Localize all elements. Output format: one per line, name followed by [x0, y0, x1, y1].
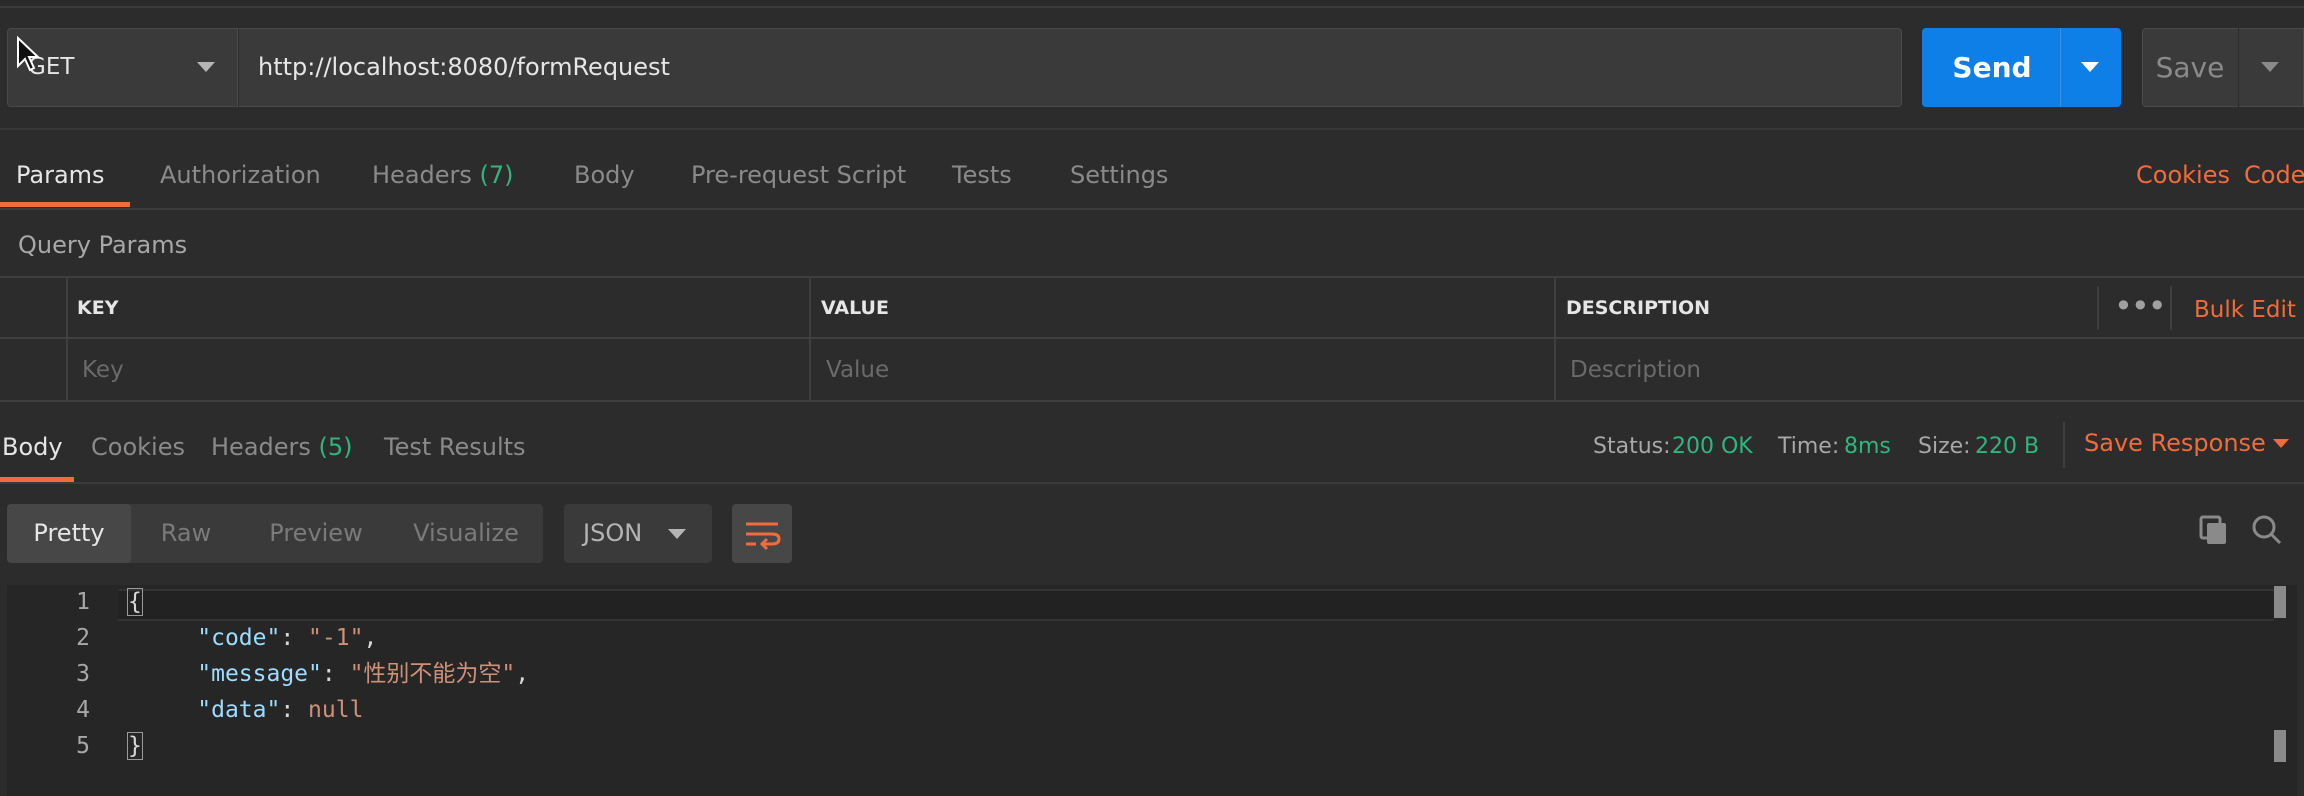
response-tab-body[interactable]: Body: [2, 422, 63, 472]
view-mode-pretty[interactable]: Pretty: [7, 504, 131, 563]
column-divider: [2170, 286, 2172, 330]
tab-headers[interactable]: Headers (7): [372, 150, 514, 200]
mouse-cursor-icon: [17, 36, 40, 72]
toolbar-divider: [0, 128, 2304, 130]
copy-icon[interactable]: [2196, 513, 2230, 547]
column-header-value: VALUE: [821, 297, 889, 319]
column-header-key: KEY: [77, 297, 119, 319]
save-label[interactable]: Save: [2142, 28, 2238, 107]
value-input[interactable]: Value: [826, 341, 889, 400]
save-divider: [2238, 28, 2239, 107]
view-mode-visualize[interactable]: Visualize: [401, 504, 531, 563]
code-line: "code": "-1",: [197, 625, 378, 651]
bulk-edit-link[interactable]: Bulk Edit: [2194, 278, 2296, 339]
time-value[interactable]: 8ms: [1844, 422, 1891, 472]
headers-count: (7): [479, 161, 514, 189]
line-number: 4: [76, 697, 90, 723]
scrollbar-thumb[interactable]: [2274, 586, 2286, 618]
save-response-chevron-icon[interactable]: [2273, 439, 2289, 448]
wrap-lines-button[interactable]: [732, 504, 792, 563]
status-label: Status:: [1593, 434, 1671, 459]
view-mode-preview[interactable]: Preview: [251, 504, 381, 563]
url-text[interactable]: http://localhost:8080/formRequest: [258, 28, 670, 107]
tab-settings[interactable]: Settings: [1070, 150, 1168, 200]
tabs-border: [0, 208, 2304, 210]
code-line: {: [127, 588, 143, 616]
tab-authorization[interactable]: Authorization: [160, 150, 321, 200]
column-divider: [2097, 286, 2099, 330]
code-line: "data": null: [197, 697, 364, 723]
format-chevron-icon[interactable]: [668, 529, 686, 539]
response-tab-headers[interactable]: Headers (5): [211, 422, 353, 472]
meta-divider: [2063, 422, 2065, 468]
scrollbar-thumb[interactable]: [2274, 730, 2286, 762]
table-header-row: [0, 278, 2304, 339]
line-number: 1: [76, 589, 90, 615]
column-divider: [809, 278, 811, 400]
search-icon[interactable]: [2250, 513, 2284, 547]
response-tab-cookies[interactable]: Cookies: [91, 422, 185, 472]
response-headers-count: (5): [318, 433, 353, 461]
column-header-description: DESCRIPTION: [1566, 297, 1711, 319]
current-line-highlight: [118, 589, 2274, 621]
wrap-lines-icon: [746, 522, 781, 551]
cookies-link[interactable]: Cookies: [2136, 150, 2230, 200]
size-label: Size:: [1918, 434, 1971, 459]
tab-tests[interactable]: Tests: [952, 150, 1012, 200]
line-number: 5: [76, 733, 90, 759]
code-line: "message": "性别不能为空",: [197, 661, 530, 687]
description-input[interactable]: Description: [1570, 341, 1701, 400]
column-divider: [1554, 278, 1556, 400]
size-value[interactable]: 220 B: [1975, 422, 2039, 472]
tab-params[interactable]: Params: [16, 150, 105, 200]
query-params-title: Query Params: [18, 231, 188, 259]
status-value[interactable]: 200 OK: [1672, 422, 1753, 472]
format-label: JSON: [583, 519, 643, 547]
send-options-chevron-icon[interactable]: [2081, 62, 2099, 72]
more-options-icon[interactable]: •••: [2114, 278, 2167, 339]
tab-body[interactable]: Body: [574, 150, 635, 200]
code-link[interactable]: Code: [2244, 150, 2304, 200]
save-response-button[interactable]: Save Response: [2084, 418, 2266, 468]
tab-pre-request-script[interactable]: Pre-request Script: [691, 150, 906, 200]
code-line: }: [127, 732, 143, 760]
send-divider: [2060, 28, 2061, 107]
top-border: [0, 0, 2304, 8]
line-number: 3: [76, 661, 90, 687]
chevron-down-icon[interactable]: [197, 62, 215, 72]
save-options-chevron-icon[interactable]: [2261, 62, 2279, 72]
column-divider: [66, 278, 68, 400]
response-tabs-border: [0, 482, 2304, 484]
line-number: 2: [76, 625, 90, 651]
active-tab-indicator: [0, 202, 130, 207]
key-input[interactable]: Key: [82, 341, 124, 400]
time-label: Time:: [1778, 434, 1840, 459]
response-tab-test-results[interactable]: Test Results: [384, 422, 526, 472]
send-label[interactable]: Send: [1922, 28, 2062, 107]
view-mode-raw[interactable]: Raw: [131, 504, 241, 563]
